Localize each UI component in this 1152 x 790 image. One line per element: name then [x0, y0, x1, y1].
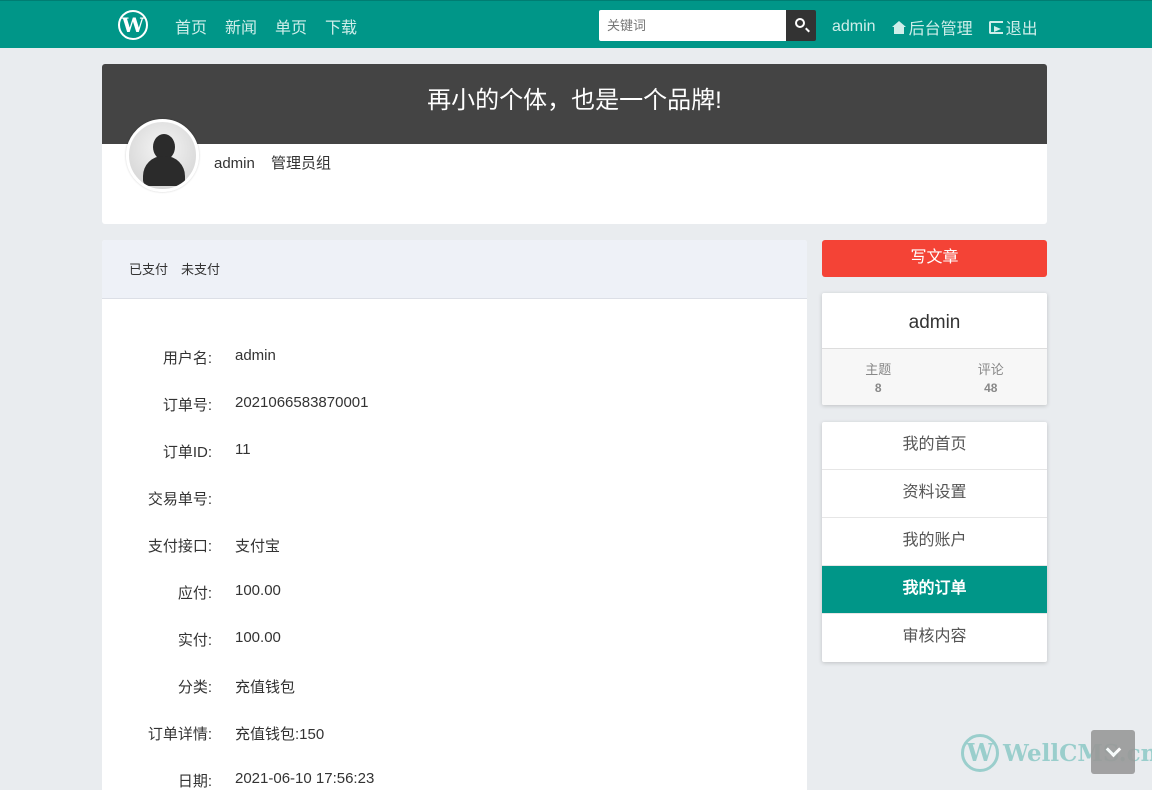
sign-out-icon — [988, 20, 1003, 34]
search-button[interactable] — [786, 10, 816, 41]
field-order-id: 订单ID: 11 — [162, 441, 251, 461]
admin-link-label: 后台管理 — [908, 21, 973, 38]
menu-item-my-account[interactable]: 我的账户 — [822, 518, 1047, 566]
field-order-details: 订单详情: 充值钱包:150 — [147, 726, 325, 743]
field-payment-gateway: 支付接口: 支付宝 — [147, 538, 281, 555]
field-amount-due: 应付: 100.00 — [177, 582, 281, 602]
field-date: 日期: 2021-06-10 17:56:23 — [177, 770, 375, 790]
order-tabs: 已支付 未支付 — [102, 240, 807, 299]
logout-link[interactable]: 退出 — [988, 15, 1038, 39]
stats-row: 主题 8 评论 48 — [822, 349, 1047, 405]
logout-label: 退出 — [1005, 21, 1038, 38]
field-username: 用户名: admin — [162, 347, 276, 367]
menu-item-my-home[interactable]: 我的首页 — [822, 422, 1047, 470]
field-transaction-number: 交易单号: — [147, 491, 212, 508]
top-navbar: W 首页 新闻 单页 下载 admin 后台管理 退出 — [0, 0, 1152, 48]
nav-link-home[interactable]: 首页 — [175, 14, 207, 38]
nav-link-page[interactable]: 单页 — [275, 14, 307, 38]
profile-banner: 再小的个体，也是一个品牌! admin 管理员组 — [102, 64, 1047, 224]
user-info: admin 管理员组 — [214, 152, 331, 173]
write-article-button[interactable]: 写文章 — [822, 240, 1047, 277]
nav-link-download[interactable]: 下载 — [325, 14, 357, 38]
slogan: 再小的个体，也是一个品牌! — [102, 64, 1047, 144]
avatar[interactable] — [126, 119, 199, 192]
watermark-logo: W — [961, 734, 999, 772]
profile-username: admin — [214, 155, 255, 172]
home-icon — [891, 20, 906, 34]
main-nav: 首页 新闻 单页 下载 — [175, 14, 357, 38]
tab-paid[interactable]: 已支付 — [129, 259, 168, 298]
user-nav: admin 后台管理 退出 — [832, 15, 1038, 39]
menu-item-review-content[interactable]: 审核内容 — [822, 614, 1047, 662]
nav-link-news[interactable]: 新闻 — [225, 14, 257, 38]
order-fields: 用户名: admin 订单号: 2021066583870001 订单ID: 11 交… — [102, 299, 807, 790]
user-group: 管理员组 — [271, 155, 332, 172]
search-box — [599, 10, 816, 41]
field-amount-paid: 实付: 100.00 — [177, 629, 281, 649]
menu-item-profile-settings[interactable]: 资料设置 — [822, 470, 1047, 518]
menu-item-my-orders[interactable]: 我的订单 — [822, 566, 1047, 614]
search-input[interactable] — [599, 10, 786, 41]
search-icon — [795, 18, 805, 28]
site-logo[interactable]: W — [118, 10, 148, 40]
nav-username[interactable]: admin — [832, 18, 876, 36]
stat-topics: 主题 8 — [865, 362, 892, 395]
user-stats-card: admin 主题 8 评论 48 — [822, 293, 1047, 405]
order-detail-panel: 已支付 未支付 用户名: admin 订单号: 2021066583870001 订… — [102, 240, 807, 790]
user-menu: 我的首页 资料设置 我的账户 我的订单 审核内容 — [822, 422, 1047, 662]
scroll-down-button[interactable] — [1091, 730, 1135, 774]
tab-unpaid[interactable]: 未支付 — [181, 259, 220, 298]
admin-link[interactable]: 后台管理 — [891, 15, 973, 39]
sidebar-username[interactable]: admin — [822, 293, 1047, 349]
stat-comments: 评论 48 — [977, 362, 1004, 395]
field-category: 分类: 充值钱包 — [177, 679, 296, 696]
field-order-number: 订单号: 2021066583870001 — [162, 394, 369, 414]
